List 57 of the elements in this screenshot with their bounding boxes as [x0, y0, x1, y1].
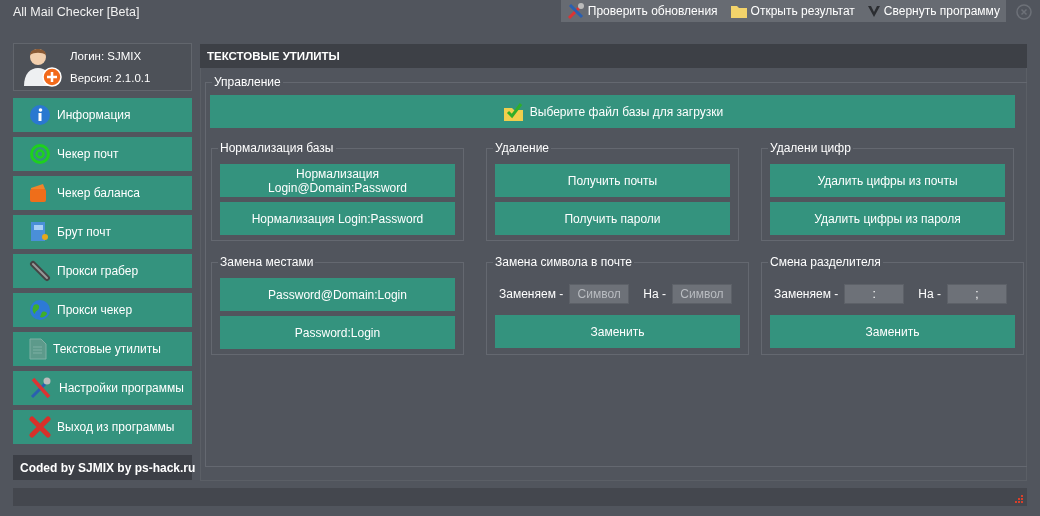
- chevron-icon: [866, 4, 881, 18]
- input-field[interactable]: Символ: [569, 283, 630, 304]
- sidebar-item[interactable]: Выход из программы: [13, 410, 192, 444]
- sidebar-item[interactable]: Брут почт: [13, 215, 192, 249]
- load-file-button[interactable]: Выберите файл базы для загрузки: [210, 95, 1015, 128]
- info-icon: [29, 104, 51, 126]
- action-button[interactable]: Заменить: [495, 315, 740, 348]
- sidebar-item[interactable]: Текстовые утилиты: [13, 332, 192, 366]
- folder-check-icon: [501, 100, 526, 123]
- toolbar-button[interactable]: Проверить обновления: [560, 0, 724, 22]
- field-label: На -: [918, 286, 941, 301]
- action-button[interactable]: Нормализация Login@Domain:Password: [220, 164, 455, 197]
- login-label: Логин: SJMIX: [70, 50, 143, 62]
- action-button[interactable]: Password@Domain:Login: [220, 278, 455, 311]
- paperclip-icon: [29, 260, 51, 282]
- field-label: Заменяем -: [774, 286, 839, 301]
- input-field[interactable]: Символ: [671, 283, 732, 304]
- action-button[interactable]: Заменить: [770, 315, 1015, 348]
- field-label: Заменяем -: [499, 286, 564, 301]
- user-add-icon: [22, 46, 62, 88]
- input-field[interactable]: ;: [946, 283, 1007, 304]
- group-title: Замена символа в почте: [494, 255, 633, 269]
- sidebar-item[interactable]: Чекер почт: [13, 137, 192, 171]
- action-button[interactable]: Нормализация Login:Password: [220, 202, 455, 235]
- group-title: Управление: [213, 75, 282, 89]
- folder-icon: [729, 3, 748, 19]
- globe-icon: [29, 299, 51, 321]
- settings-icon: [29, 376, 53, 400]
- action-button[interactable]: Получить пароли: [495, 202, 730, 235]
- book-key-icon: [29, 221, 51, 243]
- action-button[interactable]: Удалить цифры из пароля: [770, 202, 1005, 235]
- sidebar-item[interactable]: Чекер баланса: [13, 176, 192, 210]
- field-label: На -: [643, 286, 666, 301]
- group-title: Нормализация базы: [219, 141, 335, 155]
- version-label: Версия: 2.1.0.1: [70, 72, 151, 84]
- resize-grip-icon: [1015, 495, 1024, 504]
- group-title: Замена местами: [219, 255, 315, 269]
- document-icon: [29, 338, 47, 360]
- window-title: All Mail Checker [Beta]: [13, 5, 141, 19]
- panel-title: ТЕКСТОВЫЕ УТИЛИТЫ: [200, 44, 1027, 68]
- action-button[interactable]: Получить почты: [495, 164, 730, 197]
- group-title: Удаление: [494, 141, 551, 155]
- close-icon: [29, 416, 51, 438]
- close-icon: [1016, 4, 1032, 20]
- sidebar-item[interactable]: Прокси чекер: [13, 293, 192, 327]
- close-button[interactable]: [1016, 4, 1032, 20]
- group-title: Смена разделителя: [769, 255, 882, 269]
- toolbar-button[interactable]: Открыть результат: [723, 0, 861, 22]
- sidebar-item[interactable]: Настройки программы: [13, 371, 192, 405]
- sidebar-item[interactable]: Прокси грабер: [13, 254, 192, 288]
- group-title: Удалени цифр: [769, 141, 852, 155]
- action-button[interactable]: Password:Login: [220, 316, 455, 349]
- tools-icon: [566, 2, 585, 20]
- input-field[interactable]: :: [844, 283, 905, 304]
- action-button[interactable]: Удалить цифры из почты: [770, 164, 1005, 197]
- toolbar-button[interactable]: Свернуть программу: [860, 0, 1006, 22]
- sidebar-item[interactable]: Информация: [13, 98, 192, 132]
